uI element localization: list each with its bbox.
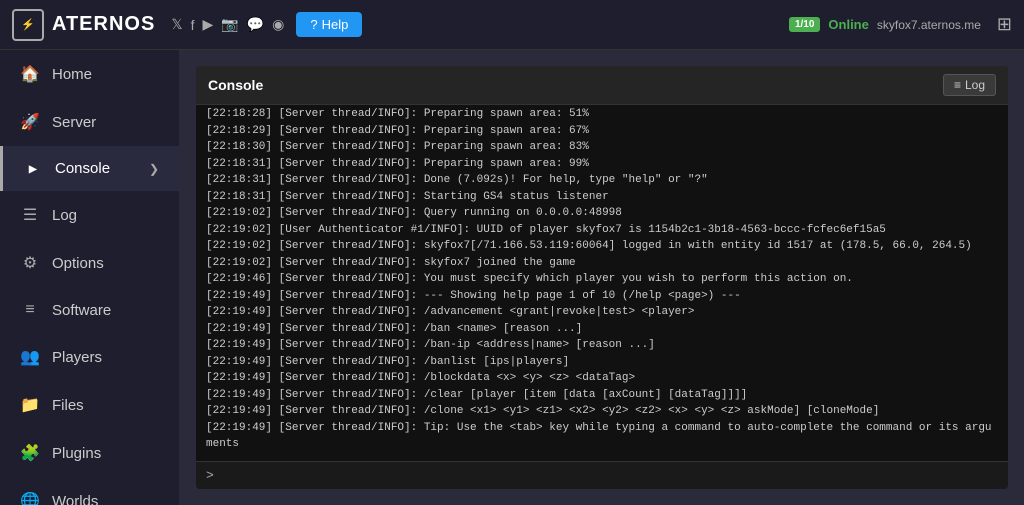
log-line: [22:19:02] [Server thread/INFO]: skyfox7… [206,255,998,272]
facebook-icon[interactable]: f [191,17,195,33]
sidebar-label-server: Server [52,114,96,131]
sidebar-item-console[interactable]: ▶ Console ❯ [0,146,179,191]
log-line: [22:18:29] [Server thread/INFO]: Prepari… [206,123,998,140]
sidebar-label-log: Log [52,207,77,224]
sidebar-label-players: Players [52,349,102,366]
log-line: [22:19:02] [User Authenticator #1/INFO]:… [206,222,998,239]
files-icon: 📁 [20,395,40,415]
help-button[interactable]: ? Help [296,12,362,37]
console-icon: ▶ [23,161,43,177]
sidebar-item-home[interactable]: 🏠 Home [0,50,179,98]
home-icon: 🏠 [20,64,40,84]
log-line: [22:19:49] [Server thread/INFO]: /blockd… [206,370,998,387]
sidebar-item-plugins[interactable]: 🧩 Plugins [0,429,179,477]
software-icon: ≡ [20,301,40,319]
feed-icon[interactable]: ◉ [272,16,284,33]
sidebar-item-software[interactable]: ≡ Software [0,287,179,333]
logo-area: ⚡ ATERNOS [12,9,155,41]
sidebar-item-files[interactable]: 📁 Files [0,381,179,429]
console-panel: Console ≡ Log [22:18:23] [Server thread/… [196,66,1008,489]
server-name: skyfox7.aternos.me [877,18,981,32]
sidebar: 🏠 Home 🚀 Server ▶ Console ❯ ☰ Log ⚙ Opti… [0,50,180,505]
discord-icon[interactable]: 💬 [247,16,264,33]
console-input[interactable] [218,468,998,483]
help-icon: ? [310,17,317,32]
log-line: [22:18:30] [Server thread/INFO]: Prepari… [206,139,998,156]
sidebar-label-plugins: Plugins [52,445,101,462]
options-icon: ⚙ [20,253,40,273]
logo-text: ATERNOS [52,13,155,36]
sidebar-label-software: Software [52,302,111,319]
sidebar-label-files: Files [52,397,84,414]
log-line: [22:18:31] [Server thread/INFO]: Prepari… [206,156,998,173]
online-label: Online [828,17,868,32]
sidebar-label-options: Options [52,255,104,272]
sidebar-label-console: Console [55,160,110,177]
twitter-icon[interactable]: 𝕏 [171,16,182,33]
log-line: [22:19:02] [Server thread/INFO]: Query r… [206,205,998,222]
console-prompt: > [206,468,214,483]
log-line: [22:19:49] [Server thread/INFO]: /banlis… [206,354,998,371]
log-line: [22:18:31] [Server thread/INFO]: Startin… [206,189,998,206]
log-list-icon: ≡ [954,78,961,92]
console-header: Console ≡ Log [196,66,1008,105]
logo-icon: ⚡ [12,9,44,41]
log-line: [22:19:49] [Server thread/INFO]: /advanc… [206,304,998,321]
players-icon: 👥 [20,347,40,367]
console-title: Console [208,77,263,93]
plugins-icon: 🧩 [20,443,40,463]
log-line: [22:19:49] [Server thread/INFO]: /ban <n… [206,321,998,338]
log-line: [22:18:31] [Server thread/INFO]: Done (7… [206,172,998,189]
log-icon: ☰ [20,205,40,225]
social-icons: 𝕏 f ▶ 📷 💬 ◉ [171,16,284,33]
topbar: ⚡ ATERNOS 𝕏 f ▶ 📷 💬 ◉ ? Help 1/10 Online… [0,0,1024,50]
chevron-right-icon: ❯ [149,162,159,176]
main-layout: 🏠 Home 🚀 Server ▶ Console ❯ ☰ Log ⚙ Opti… [0,50,1024,505]
sidebar-label-home: Home [52,66,92,83]
sidebar-label-worlds: Worlds [52,493,98,505]
sidebar-item-worlds[interactable]: 🌐 Worlds [0,477,179,505]
log-line: [22:19:49] [Server thread/INFO]: /clone … [206,403,998,420]
log-line: [22:19:49] [Server thread/INFO]: /ban-ip… [206,337,998,354]
log-line: [22:18:28] [Server thread/INFO]: Prepari… [206,106,998,123]
log-button[interactable]: ≡ Log [943,74,996,96]
sidebar-item-log[interactable]: ☰ Log [0,191,179,239]
youtube-icon[interactable]: ▶ [202,16,213,33]
content-area: Console ≡ Log [22:18:23] [Server thread/… [180,50,1024,505]
worlds-icon: 🌐 [20,491,40,505]
topbar-menu-icon[interactable]: ⊞ [997,14,1012,35]
sidebar-item-players[interactable]: 👥 Players [0,333,179,381]
sidebar-item-options[interactable]: ⚙ Options [0,239,179,287]
console-output[interactable]: [22:18:23] [Server thread/INFO]: Startin… [196,105,1008,461]
log-line: [22:19:46] [Server thread/INFO]: You mus… [206,271,998,288]
log-line: [22:19:02] [Server thread/INFO]: skyfox7… [206,238,998,255]
server-icon: 🚀 [20,112,40,132]
instagram-icon[interactable]: 📷 [221,16,238,33]
log-line: [22:19:49] [Server thread/INFO]: /clear … [206,387,998,404]
console-input-row: > [196,461,1008,489]
log-line: [22:19:49] [Server thread/INFO]: --- Sho… [206,288,998,305]
sidebar-item-server[interactable]: 🚀 Server [0,98,179,146]
online-badge: 1/10 [789,17,820,32]
log-line: [22:19:49] [Server thread/INFO]: Tip: Us… [206,420,998,453]
topbar-right: 1/10 Online skyfox7.aternos.me ⊞ [789,14,1012,35]
